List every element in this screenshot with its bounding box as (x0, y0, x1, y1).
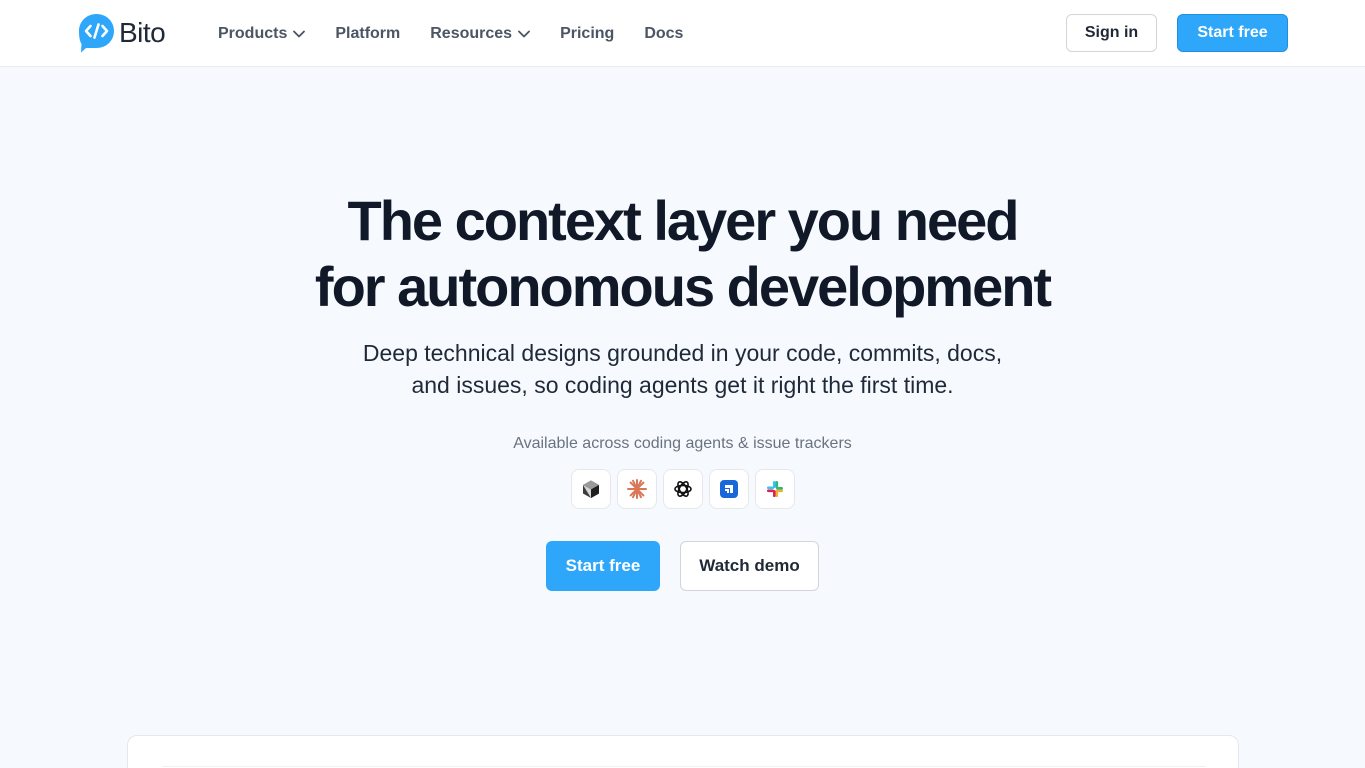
chevron-down-icon (518, 30, 530, 37)
nav-item-resources[interactable]: Resources (430, 25, 530, 43)
hero-title: The context layer you need for autonomou… (0, 188, 1365, 320)
nav-item-label: Products (218, 24, 288, 42)
bito-logo[interactable]: Bito (78, 13, 166, 53)
page: Bito Products Platform Resources Pricing… (0, 0, 1365, 768)
hero-subtitle-line-1: Deep technical designs grounded in your … (362, 340, 1003, 366)
openai-icon (663, 469, 703, 509)
site-header: Bito Products Platform Resources Pricing… (0, 0, 1365, 67)
hero-title-line-1: The context layer you need (347, 189, 1020, 252)
brand-name: Bito (119, 17, 166, 48)
nav-item-pricing[interactable]: Pricing (560, 25, 614, 43)
product-preview-card (127, 735, 1239, 768)
nav-item-label: Pricing (560, 24, 615, 42)
nav-item-platform[interactable]: Platform (335, 25, 400, 43)
chevron-down-icon (293, 30, 306, 37)
nav-item-label: Platform (335, 24, 401, 42)
hero-subtitle: Deep technical designs grounded in your … (0, 337, 1365, 401)
bito-logo-icon (79, 14, 114, 53)
nav-item-label: Docs (644, 24, 684, 42)
nav-item-label: Resources (430, 24, 513, 42)
hero-title-line-2: for autonomous development (314, 255, 1052, 318)
jira-icon (709, 469, 749, 509)
availability-text: Available across coding agents & issue t… (513, 435, 852, 452)
start-free-header-button[interactable]: Start free (1177, 14, 1288, 52)
nav-item-products[interactable]: Products (218, 24, 306, 43)
hero-subtitle-line-2: and issues, so coding agents get it righ… (411, 372, 954, 398)
claude-icon (617, 469, 657, 509)
nav-item-docs[interactable]: Docs (644, 25, 683, 43)
watch-demo-button[interactable]: Watch demo (680, 541, 819, 591)
cursor-icon (571, 469, 611, 509)
main-nav: Products Platform Resources Pricing Docs (218, 0, 713, 67)
sign-in-button[interactable]: Sign in (1066, 14, 1157, 52)
integration-icons (571, 469, 801, 509)
slack-icon (755, 469, 795, 509)
start-free-hero-button[interactable]: Start free (546, 541, 660, 591)
